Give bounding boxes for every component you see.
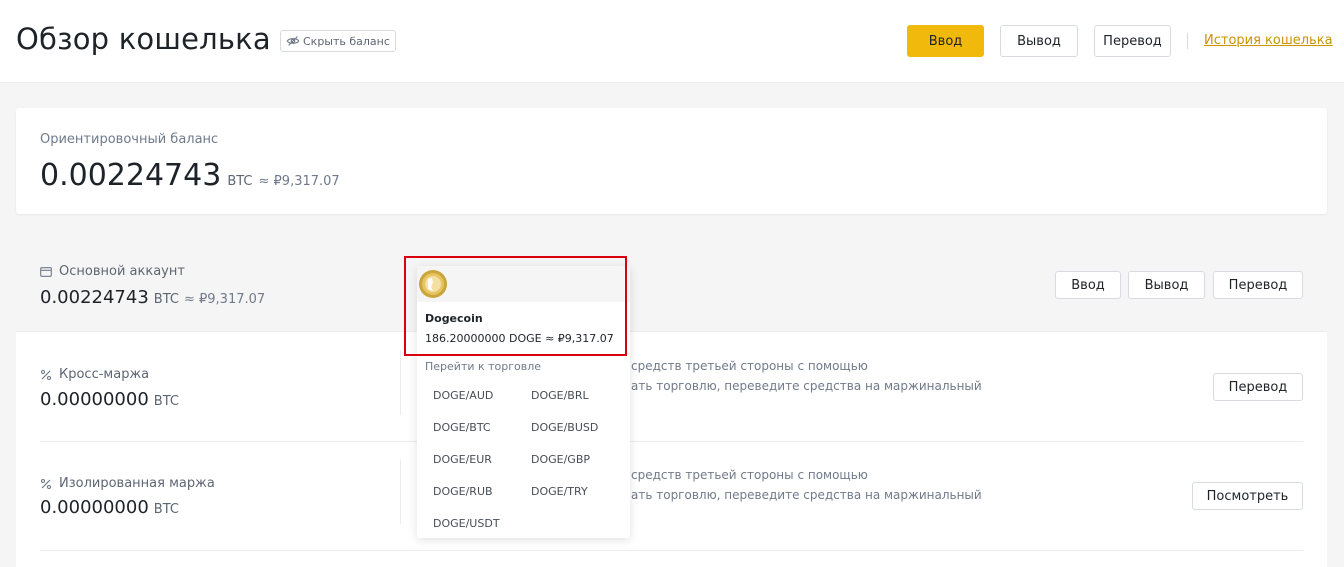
cross-margin-description: средств третьей стороны с помощью ать то… bbox=[631, 356, 982, 396]
main-account-unit: BTC bbox=[153, 292, 179, 307]
cross-margin-value: 0.00000000 bbox=[40, 389, 149, 410]
wallet-history-link[interactable]: История кошелька bbox=[1204, 33, 1333, 48]
cross-margin-transfer-button[interactable]: Перевод bbox=[1213, 373, 1303, 401]
cross-margin-label-text: Кросс-маржа bbox=[59, 367, 150, 382]
main-account-value: 0.00224743 bbox=[40, 287, 149, 308]
isolated-margin-balance: 0.00000000 BTC bbox=[40, 497, 179, 518]
popup-coin-amount: 186.20000000 DOGE ≈ ₽9,317.07 bbox=[425, 332, 614, 345]
isolated-margin-label: Изолированная маржа bbox=[40, 476, 215, 491]
page-title: Обзор кошелька bbox=[16, 22, 271, 56]
popup-header bbox=[417, 266, 630, 302]
estimated-balance-label: Ориентировочный баланс bbox=[40, 132, 219, 147]
cross-margin-unit: BTC bbox=[153, 394, 179, 409]
main-transfer-button[interactable]: Перевод bbox=[1213, 271, 1303, 299]
row-divider bbox=[40, 441, 1303, 442]
trading-pair-link[interactable]: DOGE/BUSD bbox=[531, 421, 598, 434]
trading-pair-link[interactable]: DOGE/BRL bbox=[531, 389, 589, 402]
main-account-row: Основной аккаунт 0.00224743 BTC ≈ ₽9,317… bbox=[16, 239, 1327, 332]
deposit-button[interactable]: Ввод bbox=[907, 25, 984, 57]
header-divider bbox=[1187, 33, 1188, 49]
row-divider bbox=[40, 550, 1303, 551]
isolated-margin-label-text: Изолированная маржа bbox=[59, 476, 215, 491]
estimated-balance-value: 0.00224743 bbox=[40, 158, 222, 193]
estimated-balance-approx: ≈ ₽9,317.07 bbox=[258, 174, 340, 189]
trading-pair-link[interactable]: DOGE/GBP bbox=[531, 453, 590, 466]
trading-pair-link[interactable]: DOGE/RUB bbox=[433, 485, 493, 498]
trading-pair-link[interactable]: DOGE/TRY bbox=[531, 485, 588, 498]
cross-margin-vdivider bbox=[400, 350, 401, 415]
main-account-approx: ≈ ₽9,317.07 bbox=[183, 292, 266, 307]
popup-coin-name: Dogecoin bbox=[425, 312, 483, 325]
estimated-balance-unit: BTC bbox=[227, 174, 253, 189]
isolated-margin-value: 0.00000000 bbox=[40, 497, 149, 518]
trading-pair-link[interactable]: DOGE/EUR bbox=[433, 453, 492, 466]
dogecoin-logo-icon bbox=[419, 270, 447, 298]
wallet-icon bbox=[40, 266, 52, 277]
main-account-label: Основной аккаунт bbox=[40, 264, 185, 279]
estimated-balance-card: Ориентировочный баланс 0.00224743 BTC ≈ … bbox=[16, 108, 1327, 214]
hide-balance-button[interactable]: Скрыть баланс bbox=[280, 30, 396, 52]
cross-margin-label: Кросс-маржа bbox=[40, 367, 149, 382]
cross-margin-desc-line1: средств третьей стороны с помощью bbox=[631, 359, 868, 373]
isolated-margin-description: средств третьей стороны с помощью ать то… bbox=[631, 465, 982, 505]
trading-pair-link[interactable]: DOGE/AUD bbox=[433, 389, 493, 402]
estimated-balance-row: 0.00224743 BTC ≈ ₽9,317.07 bbox=[40, 158, 340, 193]
margin-percent-icon bbox=[40, 478, 52, 489]
accounts-card: Основной аккаунт 0.00224743 BTC ≈ ₽9,317… bbox=[16, 239, 1327, 567]
eye-off-icon bbox=[286, 36, 300, 46]
main-account-label-text: Основной аккаунт bbox=[59, 264, 185, 279]
transfer-button[interactable]: Перевод bbox=[1094, 25, 1171, 57]
isolated-margin-vdivider bbox=[400, 459, 401, 524]
isolated-margin-unit: BTC bbox=[153, 502, 179, 517]
main-withdraw-button[interactable]: Вывод bbox=[1128, 271, 1205, 299]
main-account-balance: 0.00224743 BTC ≈ ₽9,317.07 bbox=[40, 287, 265, 308]
page-header: Обзор кошелька Скрыть баланс Ввод Вывод … bbox=[0, 0, 1344, 83]
trading-pair-link[interactable]: DOGE/BTC bbox=[433, 421, 491, 434]
hide-balance-label: Скрыть баланс bbox=[303, 34, 390, 48]
isolated-margin-view-button[interactable]: Посмотреть bbox=[1192, 482, 1303, 510]
margin-percent-icon bbox=[40, 369, 52, 380]
popup-goto-label: Перейти к торговле bbox=[425, 360, 542, 373]
isolated-margin-desc-line1: средств третьей стороны с помощью bbox=[631, 468, 868, 482]
main-deposit-button[interactable]: Ввод bbox=[1055, 271, 1121, 299]
cross-margin-desc-line2: ать торговлю, переведите средства на мар… bbox=[631, 379, 982, 393]
withdraw-button[interactable]: Вывод bbox=[1000, 25, 1078, 57]
trading-pair-link[interactable]: DOGE/USDT bbox=[433, 517, 500, 530]
coin-popup: Dogecoin 186.20000000 DOGE ≈ ₽9,317.07 П… bbox=[417, 266, 630, 538]
cross-margin-balance: 0.00000000 BTC bbox=[40, 389, 179, 410]
isolated-margin-desc-line2: ать торговлю, переведите средства на мар… bbox=[631, 488, 982, 502]
